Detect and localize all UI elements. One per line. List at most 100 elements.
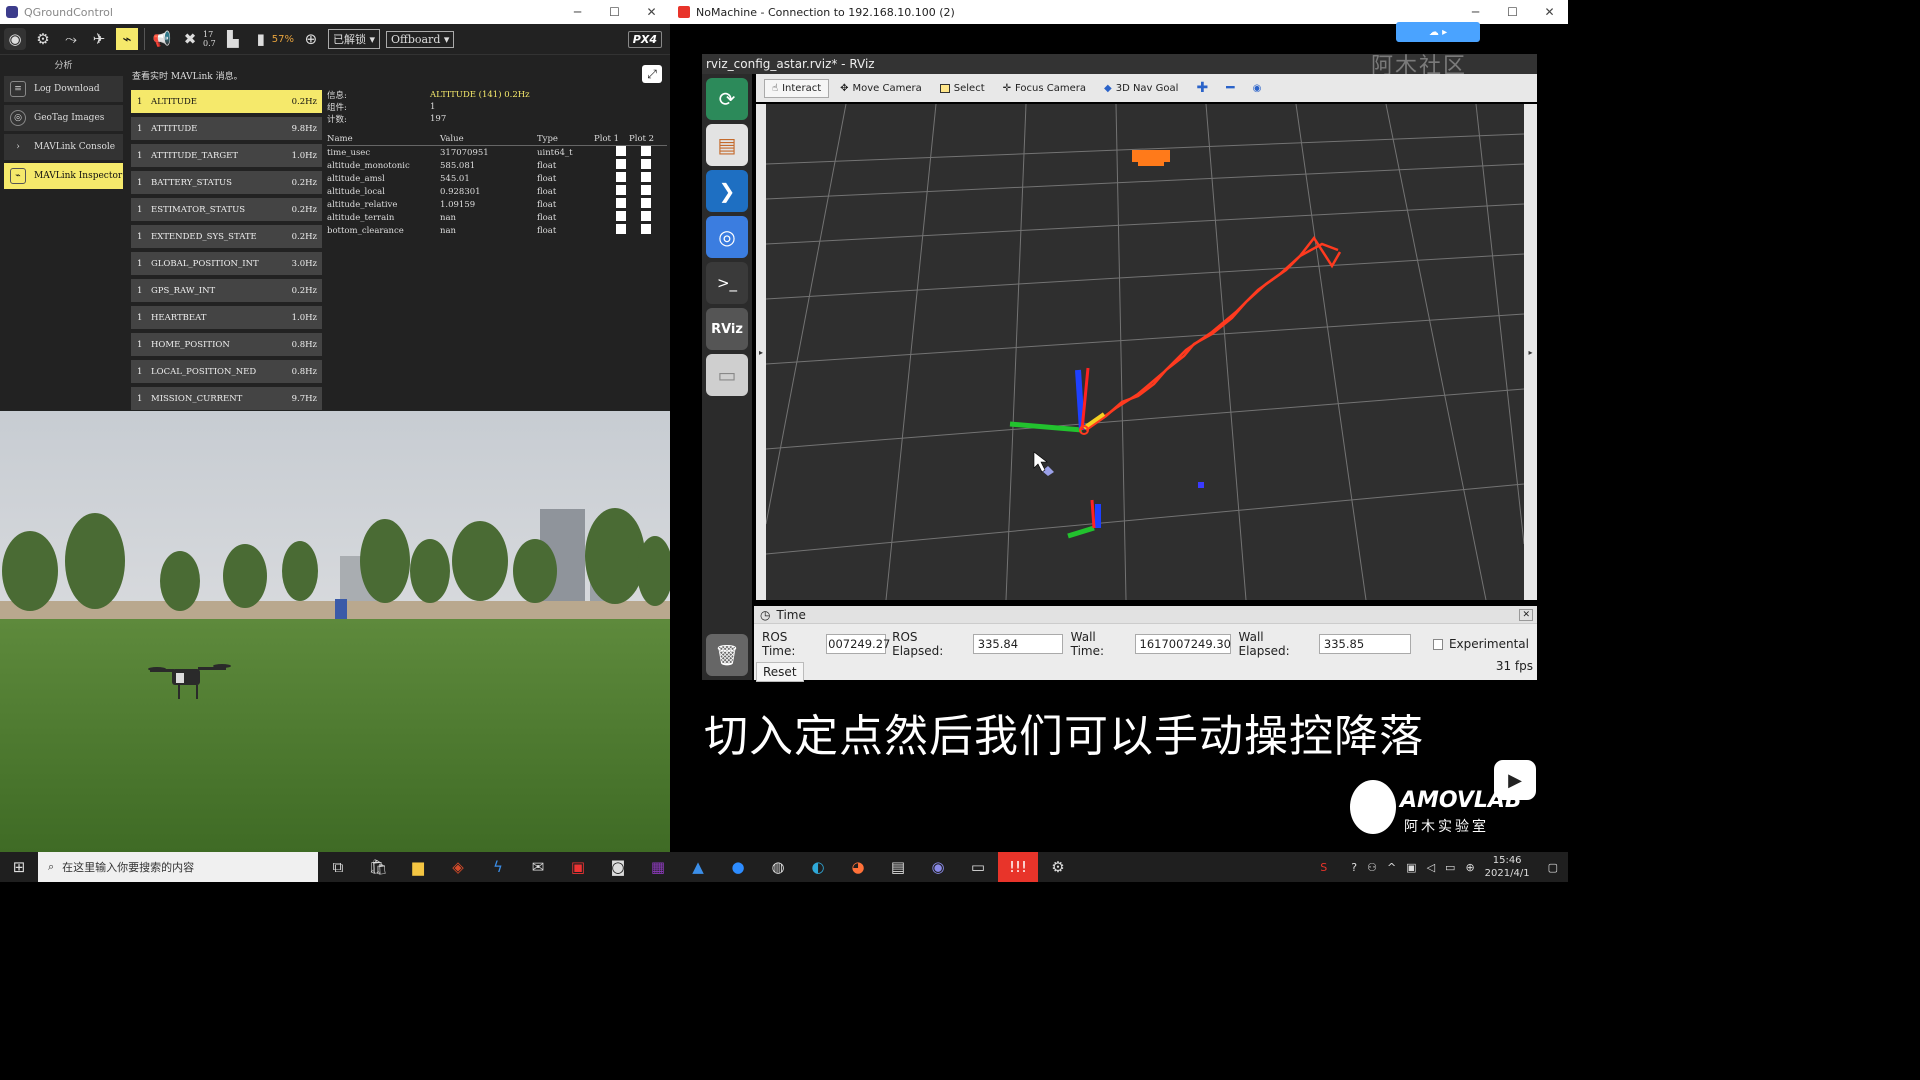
tool-properties-button[interactable]: ◉ xyxy=(1246,80,1269,97)
settings-gear-icon[interactable]: ⚙ xyxy=(1038,852,1078,882)
plot1-checkbox[interactable] xyxy=(616,198,626,208)
language-icon[interactable]: ⊕ xyxy=(1465,861,1474,874)
log-download-button[interactable]: ≡ Log Download xyxy=(4,76,123,102)
geotag-images-button[interactable]: ◎ GeoTag Images xyxy=(4,105,123,131)
trash-icon[interactable]: 🗑 xyxy=(706,634,748,676)
message-row[interactable]: 1 ATTITUDE 9.8Hz xyxy=(131,117,322,140)
message-row[interactable]: 1 ESTIMATOR_STATUS 0.2Hz xyxy=(131,198,322,221)
ros-elapsed-field[interactable]: 335.84 xyxy=(972,634,1063,654)
app-diamond-icon[interactable]: ◈ xyxy=(438,852,478,882)
play-icon[interactable]: ▶ xyxy=(1494,760,1536,800)
ros-time-field[interactable]: 007249.27 xyxy=(826,634,890,654)
photos-icon[interactable]: ▲ xyxy=(678,852,718,882)
task-view-icon[interactable]: ⧉ xyxy=(318,852,358,882)
remove-tool-button[interactable]: ━ xyxy=(1219,77,1241,99)
plot2-checkbox[interactable] xyxy=(641,146,651,156)
nm-minimize-icon[interactable]: ─ xyxy=(1457,0,1494,24)
message-row[interactable]: 1 ATTITUDE_TARGET 1.0Hz xyxy=(131,144,322,167)
message-row[interactable]: 1 HEARTBEAT 1.0Hz xyxy=(131,306,322,329)
plot1-checkbox[interactable] xyxy=(616,172,626,182)
move-camera-tool[interactable]: ✥ Move Camera xyxy=(833,80,929,97)
gps-target-icon[interactable]: ⊕ xyxy=(300,28,322,50)
minimize-icon[interactable]: ─ xyxy=(559,0,596,24)
time-panel-close-icon[interactable]: ✕ xyxy=(1519,608,1533,621)
popout-icon[interactable]: ⤢ xyxy=(642,65,662,83)
close-icon[interactable]: ✕ xyxy=(633,0,670,24)
app-bolt-icon[interactable]: ϟ xyxy=(478,852,518,882)
wall-time-field[interactable]: 1617007249.30 xyxy=(1134,634,1231,654)
message-row[interactable]: 1 GPS_RAW_INT 0.2Hz xyxy=(131,279,322,302)
nomachine-taskbar-icon[interactable]: !!! xyxy=(998,852,1038,882)
mail-icon[interactable]: ✉ xyxy=(518,852,558,882)
rviz-left-collapse[interactable]: ▸ xyxy=(756,104,766,600)
ubuntu-logo-icon[interactable]: ⟳ xyxy=(706,78,748,120)
message-row[interactable]: 1 MISSION_CURRENT 9.7Hz xyxy=(131,387,322,410)
satellite-icon[interactable]: ✖ xyxy=(179,28,201,50)
maximize-icon[interactable]: ☐ xyxy=(596,0,633,24)
add-tool-button[interactable]: ✚ xyxy=(1189,77,1215,99)
battery-icon[interactable]: ▮ xyxy=(250,28,272,50)
message-row[interactable]: 1 BATTERY_STATUS 0.2Hz xyxy=(131,171,322,194)
nav-goal-tool[interactable]: ◆ 3D Nav Goal xyxy=(1097,80,1185,97)
file-explorer-icon[interactable]: ▆ xyxy=(398,852,438,882)
tray-chevron-icon[interactable]: ^ xyxy=(1387,861,1396,874)
plot2-checkbox[interactable] xyxy=(641,159,651,169)
focus-camera-tool[interactable]: ✛ Focus Camera xyxy=(996,80,1093,97)
qgc-taskbar-icon[interactable]: ◉ xyxy=(918,852,958,882)
message-row[interactable]: 1 ALTITUDE 0.2Hz xyxy=(131,90,322,113)
terminal-taskbar-icon[interactable]: ▭ xyxy=(958,852,998,882)
volume-icon[interactable]: ◁ xyxy=(1427,861,1435,874)
message-row[interactable]: 1 EXTENDED_SYS_STATE 0.2Hz xyxy=(131,225,322,248)
app-tool-icon[interactable]: ▤ xyxy=(878,852,918,882)
message-row[interactable]: 1 GLOBAL_POSITION_INT 3.0Hz xyxy=(131,252,322,275)
wall-elapsed-field[interactable]: 335.85 xyxy=(1318,634,1411,654)
plot1-checkbox[interactable] xyxy=(616,224,626,234)
interact-tool[interactable]: ☝ Interact xyxy=(764,78,830,98)
analyze-icon[interactable]: ⌁ xyxy=(116,28,138,50)
store-icon[interactable]: 🛍 xyxy=(358,852,398,882)
rviz-right-collapse[interactable]: ▸ xyxy=(1524,104,1537,600)
rviz-3d-view[interactable] xyxy=(765,103,1525,601)
plot1-checkbox[interactable] xyxy=(616,159,626,169)
terminal-icon[interactable]: >_ xyxy=(706,262,748,304)
arm-state-dropdown[interactable]: 已解锁 ▾ xyxy=(327,29,380,49)
plot1-checkbox[interactable] xyxy=(616,146,626,156)
vscode-icon[interactable]: ❯ xyxy=(706,170,748,212)
plan-waypoint-icon[interactable]: ⤳ xyxy=(60,28,82,50)
mavlink-inspector-button[interactable]: ⌁ MAVLink Inspector xyxy=(4,163,123,189)
windows-start-icon[interactable]: ⊞ xyxy=(0,852,38,882)
experimental-checkbox[interactable] xyxy=(1432,638,1443,650)
chromium-icon[interactable]: ◎ xyxy=(706,216,748,258)
message-row[interactable]: 1 HOME_POSITION 0.8Hz xyxy=(131,333,322,356)
nm-close-icon[interactable]: ✕ xyxy=(1531,0,1568,24)
rviz-icon[interactable]: RViz xyxy=(706,308,748,350)
plot2-checkbox[interactable] xyxy=(641,224,651,234)
plot2-checkbox[interactable] xyxy=(641,185,651,195)
rc-signal-icon[interactable]: ▙ xyxy=(222,28,244,50)
battery-tray-icon[interactable]: ▭ xyxy=(1445,861,1455,874)
sogou-icon[interactable]: S xyxy=(1320,861,1327,874)
firefox-icon[interactable]: ◕ xyxy=(838,852,878,882)
onenote-icon[interactable]: ▦ xyxy=(638,852,678,882)
qgc-logo-icon[interactable]: ◉ xyxy=(4,28,26,50)
people-icon[interactable]: ⚇ xyxy=(1367,861,1377,874)
help-icon[interactable]: ? xyxy=(1351,861,1357,874)
flight-mode-dropdown[interactable]: Offboard ▾ xyxy=(386,30,455,48)
settings-gears-icon[interactable]: ⚙ xyxy=(32,28,54,50)
edge-icon[interactable]: ◐ xyxy=(798,852,838,882)
plot2-checkbox[interactable] xyxy=(641,211,651,221)
upload-badge[interactable]: ☁ ▸ xyxy=(1396,22,1480,42)
mavlink-console-button[interactable]: › MAVLink Console xyxy=(4,134,123,160)
app-red-icon[interactable]: ▣ xyxy=(558,852,598,882)
message-row[interactable]: 1 LOCAL_POSITION_NED 0.8Hz xyxy=(131,360,322,383)
reset-button[interactable]: Reset xyxy=(756,662,804,682)
taskbar-search[interactable]: ⌕ 在这里输入你要搜索的内容 xyxy=(38,852,318,882)
notification-icon[interactable]: ▢ xyxy=(1548,861,1558,874)
zoom-icon[interactable]: ● xyxy=(718,852,758,882)
fly-paper-plane-icon[interactable]: ✈ xyxy=(88,28,110,50)
megaphone-icon[interactable]: 📢 xyxy=(151,28,173,50)
network-icon[interactable]: ▣ xyxy=(1406,861,1416,874)
select-tool[interactable]: Select xyxy=(933,80,992,97)
plot2-checkbox[interactable] xyxy=(641,198,651,208)
plot2-checkbox[interactable] xyxy=(641,172,651,182)
